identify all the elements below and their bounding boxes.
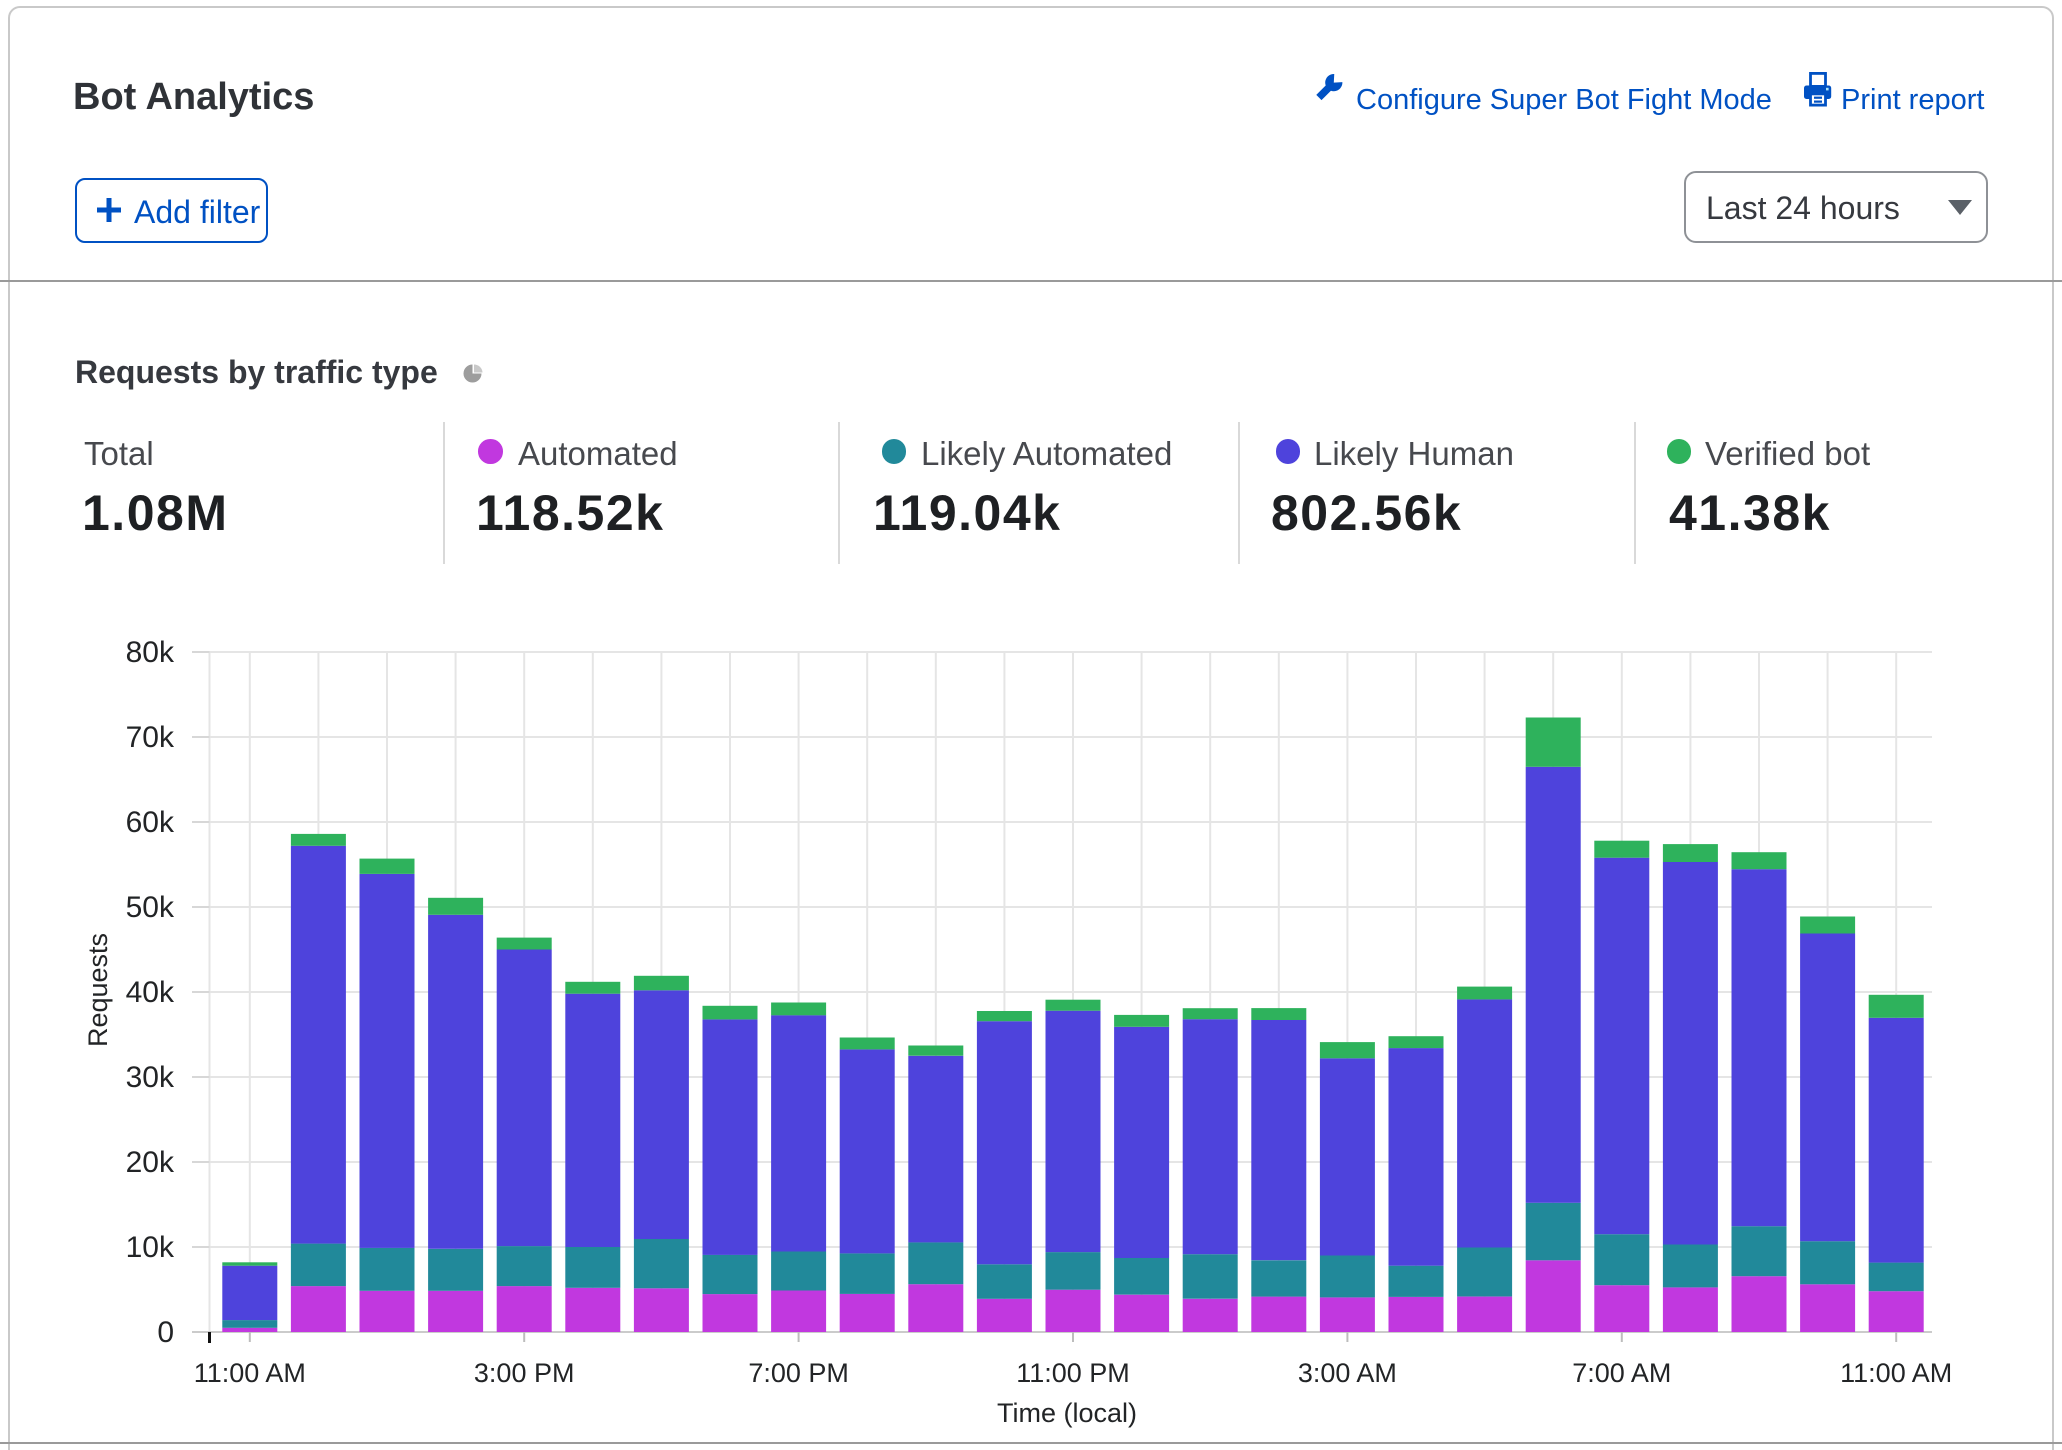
svg-text:11:00 AM: 11:00 AM <box>194 1358 306 1388</box>
svg-text:Requests: Requests <box>83 933 113 1047</box>
svg-text:Time (local): Time (local) <box>997 1398 1137 1428</box>
svg-text:7:00 PM: 7:00 PM <box>748 1358 849 1388</box>
svg-text:20k: 20k <box>126 1146 175 1179</box>
svg-text:70k: 70k <box>126 721 175 754</box>
svg-text:11:00 AM: 11:00 AM <box>1840 1358 1952 1388</box>
svg-text:80k: 80k <box>126 636 175 669</box>
svg-text:10k: 10k <box>126 1231 175 1264</box>
svg-text:7:00 AM: 7:00 AM <box>1572 1358 1671 1388</box>
svg-text:40k: 40k <box>126 976 175 1009</box>
svg-text:50k: 50k <box>126 891 175 924</box>
svg-text:3:00 PM: 3:00 PM <box>474 1358 575 1388</box>
svg-text:0: 0 <box>157 1316 174 1349</box>
svg-text:60k: 60k <box>126 806 175 839</box>
svg-text:3:00 AM: 3:00 AM <box>1298 1358 1397 1388</box>
svg-text:11:00 PM: 11:00 PM <box>1016 1358 1130 1388</box>
svg-text:30k: 30k <box>126 1061 175 1094</box>
